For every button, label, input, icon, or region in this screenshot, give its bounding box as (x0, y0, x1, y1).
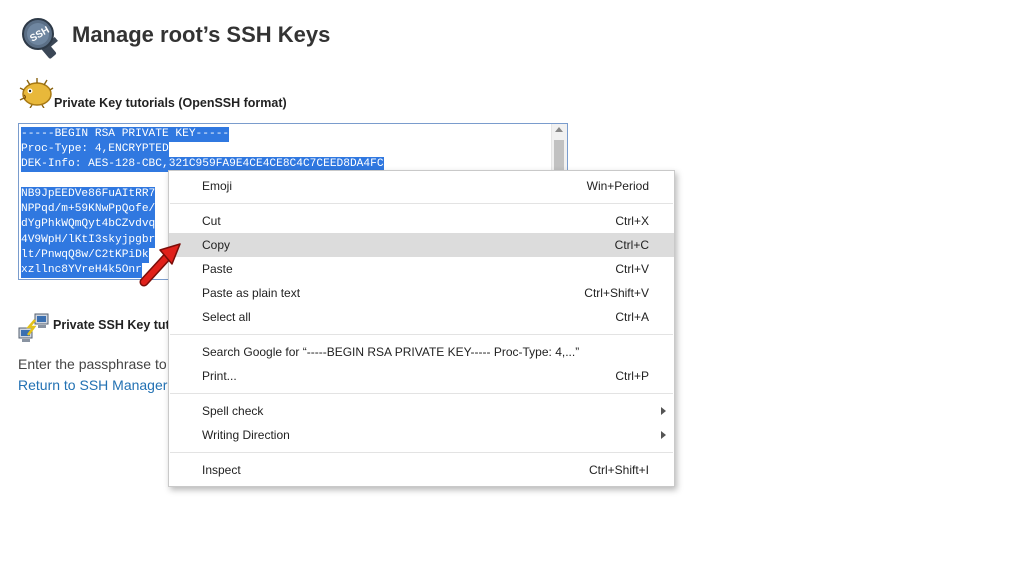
menu-item-label: Cut (202, 214, 221, 228)
menu-item-label: Emoji (202, 179, 233, 193)
ssh-key-heading: Private SSH Key tut (53, 318, 170, 332)
pufferfish-icon (18, 76, 54, 109)
menu-item-shortcut: Ctrl+Shift+I (588, 463, 649, 477)
menu-item-label: Paste (202, 262, 233, 276)
key-line: -----BEGIN RSA PRIVATE KEY----- (21, 127, 230, 143)
scrollbar-thumb[interactable] (554, 140, 564, 174)
network-computers-icon (18, 312, 50, 344)
menu-separator (170, 452, 673, 453)
menu-item-shortcut: Ctrl+C (614, 238, 649, 252)
menu-item-cut[interactable]: Cut Ctrl+X (169, 209, 674, 233)
menu-item-select-all[interactable]: Select all Ctrl+A (169, 305, 674, 329)
menu-item-label: Select all (202, 310, 251, 324)
menu-item-label: Spell check (202, 404, 264, 418)
menu-item-copy[interactable]: Copy Ctrl+C (169, 233, 674, 257)
key-line: NB9JpEEDVe86FuAItRR7 (21, 187, 156, 203)
menu-item-spell-check[interactable]: Spell check (169, 399, 674, 423)
menu-item-paste-plain[interactable]: Paste as plain text Ctrl+Shift+V (169, 281, 674, 305)
menu-item-writing-direction[interactable]: Writing Direction (169, 423, 674, 447)
key-line: dYgPhkWQmQyt4bCZvdvq (21, 217, 156, 233)
key-line: Proc-Type: 4,ENCRYPTED (21, 142, 169, 158)
menu-item-inspect[interactable]: Inspect Ctrl+Shift+I (169, 458, 674, 482)
menu-separator (170, 393, 673, 394)
submenu-arrow-icon (661, 431, 666, 439)
menu-item-shortcut: Ctrl+Shift+V (584, 286, 649, 300)
menu-item-shortcut: Win+Period (586, 179, 649, 193)
private-key-heading: Private Key tutorials (OpenSSH format) (54, 96, 287, 110)
menu-item-label: Writing Direction (202, 428, 290, 442)
menu-separator (170, 334, 673, 335)
menu-separator (170, 203, 673, 204)
return-to-ssh-manager-link[interactable]: Return to SSH Manager (18, 377, 167, 393)
menu-item-emoji[interactable]: Emoji Win+Period (169, 174, 674, 198)
menu-item-label: Search Google for “-----BEGIN RSA PRIVAT… (202, 345, 580, 359)
page-title: Manage root’s SSH Keys (72, 22, 331, 47)
passphrase-instruction: Enter the passphrase to (18, 356, 167, 372)
menu-item-label: Copy (202, 238, 231, 252)
menu-item-label: Paste as plain text (202, 286, 301, 300)
red-arrow-icon (136, 236, 188, 292)
context-menu: Emoji Win+Period Cut Ctrl+X Copy Ctrl+C … (168, 170, 675, 487)
key-line: NPPqd/m+59KNwPpQofe/ (21, 202, 156, 218)
scroll-up-arrow-icon[interactable] (555, 127, 563, 132)
menu-item-label: Inspect (202, 463, 241, 477)
menu-item-shortcut: Ctrl+V (615, 262, 649, 276)
menu-item-print[interactable]: Print... Ctrl+P (169, 364, 674, 388)
menu-item-shortcut: Ctrl+P (615, 369, 649, 383)
menu-item-paste[interactable]: Paste Ctrl+V (169, 257, 674, 281)
menu-item-shortcut: Ctrl+X (615, 214, 649, 228)
key-line: lt/PnwqQ8w/C2tKPiDk (21, 247, 149, 263)
ssh-key-icon: SSH (18, 16, 68, 62)
menu-item-label: Print... (202, 369, 237, 383)
submenu-arrow-icon (661, 407, 666, 415)
menu-item-shortcut: Ctrl+A (615, 310, 649, 324)
menu-item-search-google[interactable]: Search Google for “-----BEGIN RSA PRIVAT… (169, 340, 674, 364)
key-line: xzllnc8YVreH4k5Onr (21, 262, 142, 278)
